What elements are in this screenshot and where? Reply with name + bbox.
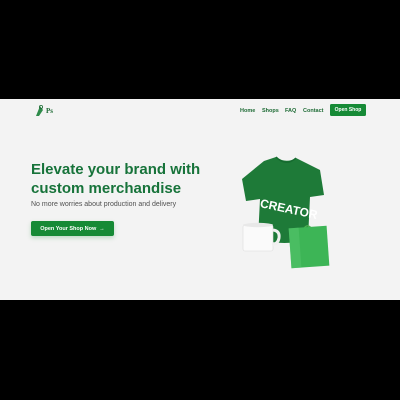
open-your-shop-label: Open Your Shop Now xyxy=(40,225,97,232)
brand-logo[interactable]: Ps xyxy=(34,104,58,118)
hero-subtitle: No more worries about production and del… xyxy=(31,201,177,208)
nav-faq-link[interactable]: FAQ xyxy=(285,108,296,114)
nav-home-link[interactable]: Home xyxy=(240,108,255,114)
merchandise-illustration: CREATOR xyxy=(242,156,330,269)
nav-shops-link[interactable]: Shops xyxy=(262,108,279,114)
logo-text: Ps xyxy=(46,107,53,115)
open-your-shop-button[interactable]: Open Your Shop Now → xyxy=(31,221,114,236)
arrow-right-icon: → xyxy=(99,225,105,232)
nav-contact-link[interactable]: Contact xyxy=(303,108,323,114)
open-shop-button[interactable]: Open Shop xyxy=(330,104,366,116)
shopping-bag-graphic xyxy=(288,225,330,269)
hero-title: Elevate your brand with custom merchandi… xyxy=(31,161,201,197)
landing-page xyxy=(0,99,400,300)
